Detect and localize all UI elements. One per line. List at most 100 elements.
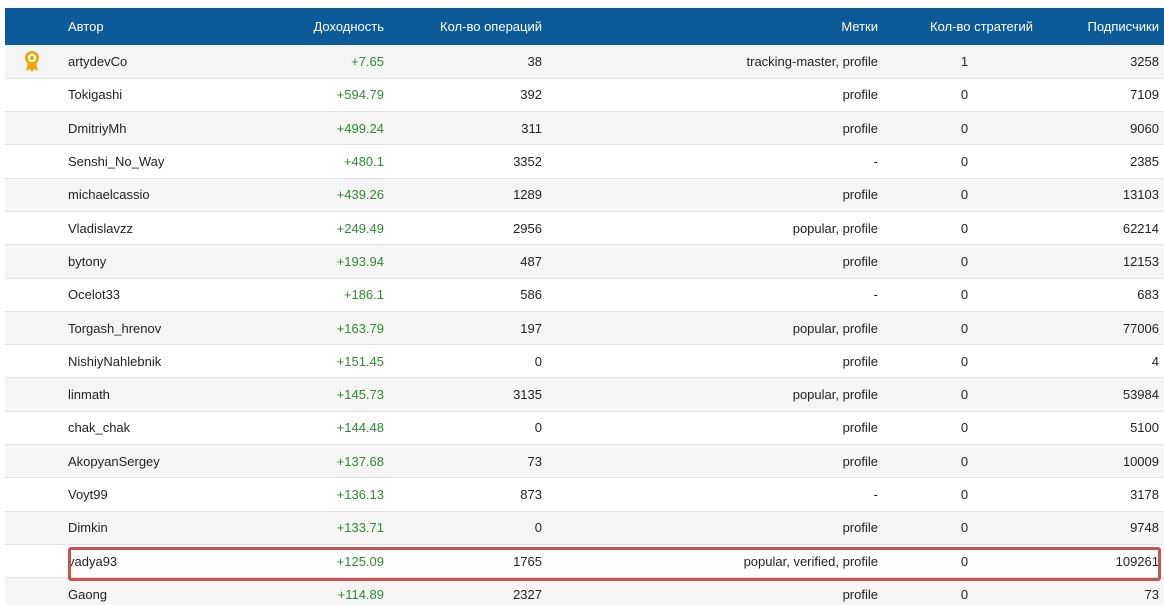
table-row[interactable]: Torgash_hrenov +163.79 197 popular, profile… [5,311,1164,345]
cell-strategies: 0 [960,520,969,536]
cell-badge [5,145,59,178]
header-profit[interactable]: Доходность [217,8,393,45]
cell-subscribers: 10009 [1122,453,1159,469]
header-operations[interactable]: Кол-во операций [393,8,551,45]
cell-author[interactable]: vadya93 [59,544,217,577]
cell-badge [5,245,59,278]
cell-strategies: 0 [960,220,969,236]
cell-badge [5,78,59,111]
cell-strategies: 0 [960,387,969,403]
table-row[interactable]: chak_chak +144.48 0 profile 0 5100 [5,411,1164,445]
cell-profit: +145.73 [336,387,384,403]
header-author[interactable]: Автор [59,8,217,45]
cell-author[interactable]: artydevCo [59,45,217,78]
cell-tags: profile [842,453,878,469]
cell-subscribers: 109261 [1115,553,1159,569]
table-row[interactable]: Vladislavzz +249.49 2956 popular, profile 0 6… [5,211,1164,245]
authors-table-container: Автор Доходность Кол-во операций Метки К… [5,8,1164,605]
cell-subscribers: 7109 [1130,87,1159,103]
cell-badge [5,211,59,244]
cell-profit: +594.79 [336,87,384,103]
cell-badge [5,345,59,378]
cell-tags: profile [842,187,878,203]
cell-strategies: 0 [960,453,969,469]
award-ribbon-icon [23,50,41,73]
table-row[interactable]: NishiyNahlebnik +151.45 0 profile 0 4 [5,344,1164,378]
cell-subscribers: 683 [1137,287,1159,303]
cell-operations: 487 [520,253,542,269]
cell-author[interactable]: Voyt99 [59,478,217,511]
table-row[interactable]: AkopyanSergey +137.68 73 profile 0 10009 [5,444,1164,478]
table-header-row: Автор Доходность Кол-во операций Метки К… [5,8,1164,45]
cell-profit: +7.65 [351,53,384,69]
cell-strategies: 0 [960,87,969,103]
cell-profit: +136.13 [336,487,384,502]
table-row[interactable]: Tokigashi +594.79 392 profile 0 7109 [5,78,1164,112]
cell-profit: +133.71 [336,520,384,536]
cell-badge [5,511,59,544]
cell-author[interactable]: AkopyanSergey [59,445,217,478]
table-row[interactable]: Dimkin +133.71 0 profile 0 9748 [5,511,1164,545]
cell-operations: 586 [520,287,542,303]
cell-badge [5,578,59,605]
cell-author[interactable]: DmitriyMh [59,112,217,145]
table-row[interactable]: Senshi_No_Way +480.1 3352 - 0 2385 [5,144,1164,179]
table-row[interactable]: artydevCo +7.65 38 tracking-master, profile… [5,45,1164,79]
cell-tags: profile [842,253,878,269]
table-row[interactable]: Gaong +114.89 2327 profile 0 73 [5,577,1164,605]
cell-profit: +137.68 [336,453,384,469]
cell-strategies: 0 [960,320,969,336]
cell-profit: +151.45 [336,353,384,369]
header-tags[interactable]: Метки [551,8,887,45]
table-row[interactable]: DmitriyMh +499.24 311 profile 0 9060 [5,111,1164,145]
cell-subscribers: 62214 [1122,220,1159,236]
cell-author[interactable]: linmath [59,378,217,411]
cell-tags: profile [842,520,878,536]
cell-operations: 0 [534,520,542,536]
cell-strategies: 0 [960,187,969,203]
cell-subscribers: 12153 [1122,253,1159,269]
cell-author[interactable]: NishiyNahlebnik [59,345,217,378]
cell-author[interactable]: michaelcassio [59,178,217,211]
table-row[interactable]: michaelcassio +439.26 1289 profile 0 13103 [5,178,1164,212]
cell-strategies: 0 [960,420,969,436]
cell-operations: 38 [527,53,542,69]
cell-strategies: 0 [960,287,969,303]
cell-author[interactable]: Dimkin [59,511,217,544]
cell-tags: profile [842,420,878,436]
cell-operations: 873 [520,487,542,502]
header-subscribers[interactable]: Подписчики [1042,8,1164,45]
table-row[interactable]: Ocelot33 +186.1 586 - 0 683 [5,278,1164,312]
table-row[interactable]: Voyt99 +136.13 873 - 0 3178 [5,477,1164,512]
cell-strategies: 0 [960,586,969,602]
cell-badge [5,378,59,411]
table-row[interactable]: vadya93 +125.09 1765 popular, verified, pro… [5,544,1164,578]
table-body: artydevCo +7.65 38 tracking-master, profile… [5,45,1164,605]
table-row[interactable]: linmath +145.73 3135 popular, profile 0 53984 [5,377,1164,412]
cell-tags: - [873,154,878,170]
cell-profit: +125.09 [336,553,384,569]
cell-author[interactable]: Vladislavzz [59,211,217,244]
cell-subscribers: 3178 [1130,487,1159,502]
header-strategies[interactable]: Кол-во стратегий [887,8,1042,45]
header-badge [5,8,59,45]
cell-profit: +480.1 [343,154,384,170]
cell-subscribers: 9748 [1130,520,1159,536]
cell-author[interactable]: Torgash_hrenov [59,311,217,344]
cell-author[interactable]: Ocelot33 [59,278,217,311]
cell-subscribers: 4 [1151,353,1159,369]
cell-subscribers: 5100 [1130,420,1159,436]
cell-author[interactable]: Tokigashi [59,78,217,111]
cell-author[interactable]: chak_chak [59,411,217,444]
cell-author[interactable]: Gaong [59,578,217,605]
authors-table: Автор Доходность Кол-во операций Метки К… [5,8,1164,605]
cell-strategies: 0 [960,253,969,269]
cell-tags: profile [842,87,878,103]
cell-tags: - [873,487,878,502]
cell-profit: +186.1 [343,287,384,303]
cell-author[interactable]: bytony [59,245,217,278]
cell-badge [5,178,59,211]
table-row[interactable]: bytony +193.94 487 profile 0 12153 [5,244,1164,279]
cell-author[interactable]: Senshi_No_Way [59,145,217,178]
cell-operations: 3352 [513,154,542,170]
